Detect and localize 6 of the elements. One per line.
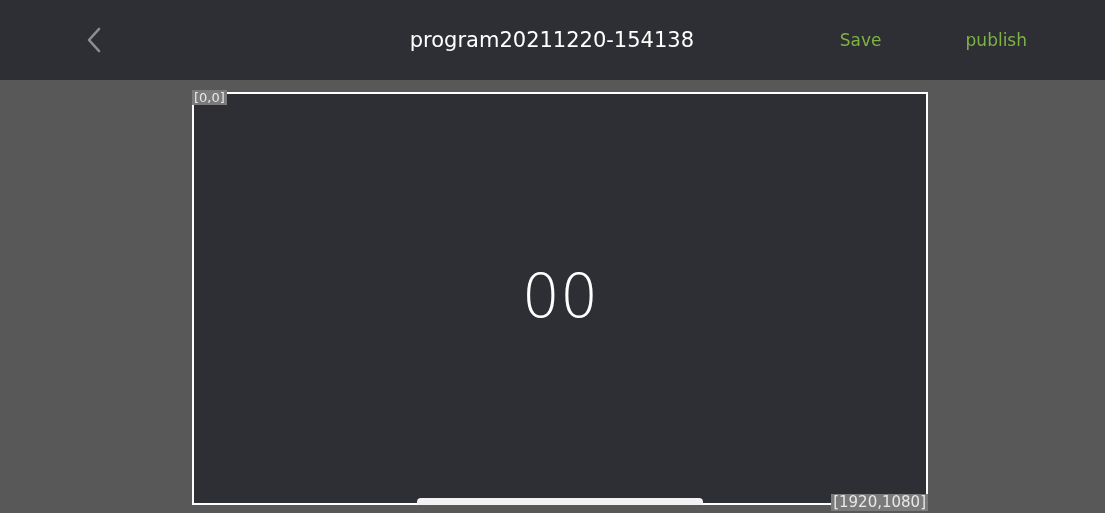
end-label: [1920,1080] xyxy=(831,494,928,511)
origin-label: [0,0] xyxy=(192,90,227,105)
program-title: program20211220-154138 xyxy=(408,28,696,52)
save-button[interactable]: Save xyxy=(839,30,882,50)
canvas-text: 00 xyxy=(521,260,599,331)
publish-button[interactable]: publish xyxy=(965,30,1027,50)
